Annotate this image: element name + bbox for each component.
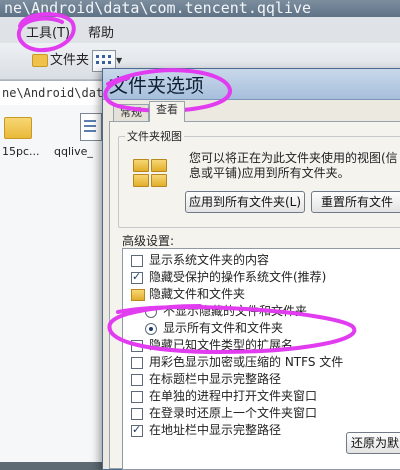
folder-options-dialog: 文件夹选项 常规 查看 文件夹视图 您可以将正在为此文件夹使用的视图(信息或平铺… (102, 68, 400, 470)
checkbox[interactable] (131, 340, 143, 352)
folders-button-label: 文件夹 (50, 53, 90, 68)
file-name[interactable]: 15pc... (2, 145, 40, 158)
checkbox[interactable] (131, 422, 143, 437)
folder-views-group: 文件夹视图 您可以将正在为此文件夹使用的视图(信息或平铺)应用到所有文件夹。 应… (118, 128, 400, 228)
file-name[interactable]: qqlive_ (54, 145, 93, 158)
explorer-title: ne\Android\data\com.tencent.qqlive (4, 0, 312, 17)
explorer-title-bar: ne\Android\data\com.tencent.qqlive (0, 0, 400, 17)
radio-button[interactable] (145, 306, 157, 318)
tab-strip: 常规 查看 (103, 99, 400, 122)
dialog-title-bar: 文件夹选项 (103, 69, 400, 100)
dialog-title: 文件夹选项 (109, 75, 205, 97)
view-tab-panel: 文件夹视图 您可以将正在为此文件夹使用的视图(信息或平铺)应用到所有文件夹。 应… (109, 121, 400, 470)
file-icon[interactable] (80, 113, 102, 141)
views-dropdown-icon[interactable]: ▼ (116, 56, 122, 65)
checkbox[interactable] (131, 408, 143, 420)
tab-view[interactable]: 查看 (149, 101, 185, 122)
folder-icon (131, 289, 145, 301)
menu-help[interactable]: 帮助 (88, 22, 114, 41)
file-list: 15pc... qqlive_ (0, 105, 110, 462)
folder-views-label: 文件夹视图 (125, 128, 184, 144)
menu-bar: 工具(T) 帮助 (0, 17, 400, 43)
checkbox[interactable] (131, 391, 143, 403)
advanced-settings-label: 高级设置: (122, 234, 175, 248)
apply-to-all-folders-button[interactable]: 应用到所有文件夹(L) (185, 191, 305, 213)
checkbox[interactable] (131, 374, 143, 386)
address-text: ne\Android\data (2, 86, 111, 100)
checkbox[interactable] (131, 269, 143, 284)
restore-defaults-button[interactable]: 还原为默 (346, 432, 400, 454)
folders-button[interactable]: 文件夹 (32, 48, 89, 74)
folder-icon[interactable] (4, 117, 32, 139)
menu-tools[interactable]: 工具(T) (26, 22, 70, 41)
radio-button[interactable] (145, 323, 157, 335)
folder-views-description: 您可以将正在为此文件夹使用的视图(信息或平铺)应用到所有文件夹。 (189, 151, 398, 180)
folder-views-icon (133, 159, 169, 189)
folder-icon (32, 54, 48, 67)
tab-general[interactable]: 常规 (113, 104, 149, 121)
checkbox[interactable] (131, 357, 143, 369)
reset-all-folders-button[interactable]: 重置所有文件 (311, 191, 400, 213)
checkbox[interactable] (131, 255, 143, 267)
